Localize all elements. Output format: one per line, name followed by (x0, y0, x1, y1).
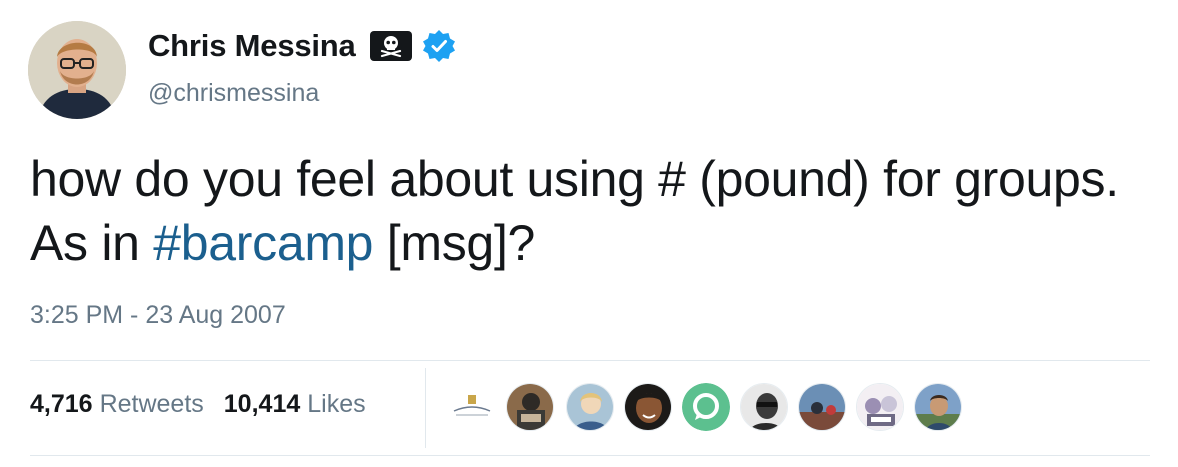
divider-bottom (30, 455, 1150, 456)
retweets-stat[interactable]: 4,716 Retweets (30, 390, 204, 419)
likes-stat[interactable]: 10,414 Likes (224, 390, 366, 419)
tweet-text: how do you feel about using # (pound) fo… (30, 147, 1150, 275)
liker-avatar[interactable] (798, 383, 846, 431)
tweet-timestamp[interactable]: 3:25 PM - 23 Aug 2007 (30, 301, 286, 330)
liker-avatar[interactable] (856, 383, 904, 431)
divider-top (30, 360, 1150, 361)
tweet-card: Chris Messina @chrismessina how do you f… (0, 0, 1178, 467)
liker-avatar[interactable] (566, 383, 614, 431)
verified-badge-icon (422, 29, 456, 63)
tweet-text-part2: [msg]? (373, 215, 536, 271)
pirate-flag-icon (369, 31, 412, 61)
likes-label: Likes (307, 390, 366, 418)
author-avatar[interactable] (28, 21, 126, 119)
stats-separator (425, 368, 426, 448)
hashtag-link[interactable]: #barcamp (153, 215, 373, 271)
retweets-label: Retweets (99, 390, 204, 418)
author-display-name[interactable]: Chris Messina (148, 28, 356, 64)
liker-avatar[interactable] (740, 383, 788, 431)
liker-avatar[interactable] (624, 383, 672, 431)
retweets-count: 4,716 (30, 390, 93, 418)
tweet-stats: 4,716 Retweets 10,414 Likes (30, 390, 366, 419)
liker-avatar[interactable] (506, 383, 554, 431)
liker-avatar[interactable] (448, 383, 496, 431)
likes-count: 10,414 (223, 390, 301, 418)
liker-avatar[interactable] (914, 383, 962, 431)
author-handle[interactable]: @chrismessina (148, 79, 319, 108)
liker-avatar[interactable] (682, 383, 730, 431)
author-name-row: Chris Messina (148, 26, 456, 66)
